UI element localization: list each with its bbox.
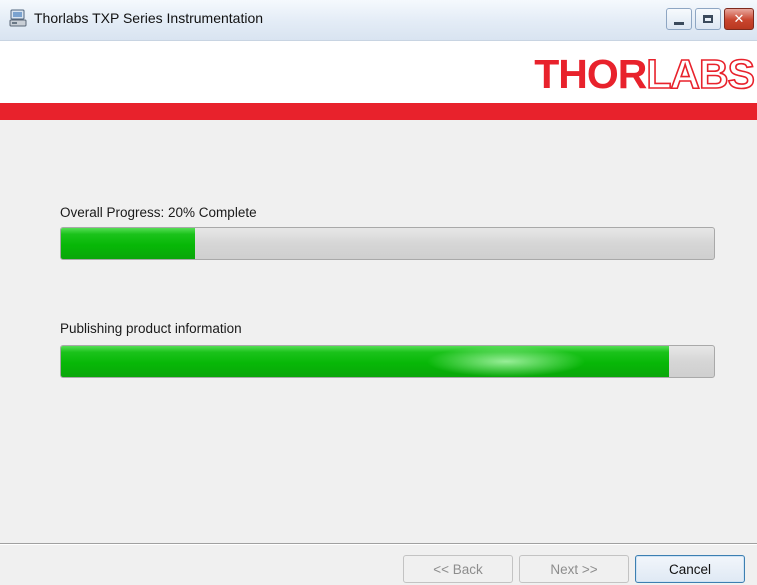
- close-icon: ✕: [733, 11, 745, 27]
- back-button[interactable]: << Back: [403, 555, 513, 583]
- logo-outline-text: LABS: [646, 51, 756, 97]
- minimize-icon: [674, 21, 684, 25]
- overall-progress-label: Overall Progress: 20% Complete: [60, 205, 257, 220]
- task-progress-bar: [60, 345, 715, 378]
- minimize-button[interactable]: [666, 8, 692, 30]
- cancel-button[interactable]: Cancel: [635, 555, 745, 583]
- app-installer-icon: [9, 9, 27, 27]
- maximize-icon: [703, 15, 713, 23]
- caption-buttons: ✕: [666, 8, 754, 32]
- thorlabs-logo: THORLABS: [534, 51, 756, 97]
- overall-progress-fill: [61, 228, 195, 259]
- header-red-bar: [0, 103, 757, 120]
- next-button[interactable]: Next >>: [519, 555, 629, 583]
- task-progress-fill: [61, 346, 669, 377]
- task-progress-label: Publishing product information: [60, 321, 242, 336]
- close-button[interactable]: ✕: [724, 8, 754, 30]
- maximize-button[interactable]: [695, 8, 721, 30]
- footer-separator: [0, 543, 757, 545]
- logo-solid-text: THOR: [534, 51, 647, 97]
- installer-window: Thorlabs TXP Series Instrumentation ✕ TH…: [0, 0, 757, 585]
- overall-progress-bar: [60, 227, 715, 260]
- title-bar[interactable]: Thorlabs TXP Series Instrumentation ✕: [0, 0, 757, 41]
- header-banner: THORLABS: [0, 41, 757, 103]
- window-title: Thorlabs TXP Series Instrumentation: [34, 10, 264, 26]
